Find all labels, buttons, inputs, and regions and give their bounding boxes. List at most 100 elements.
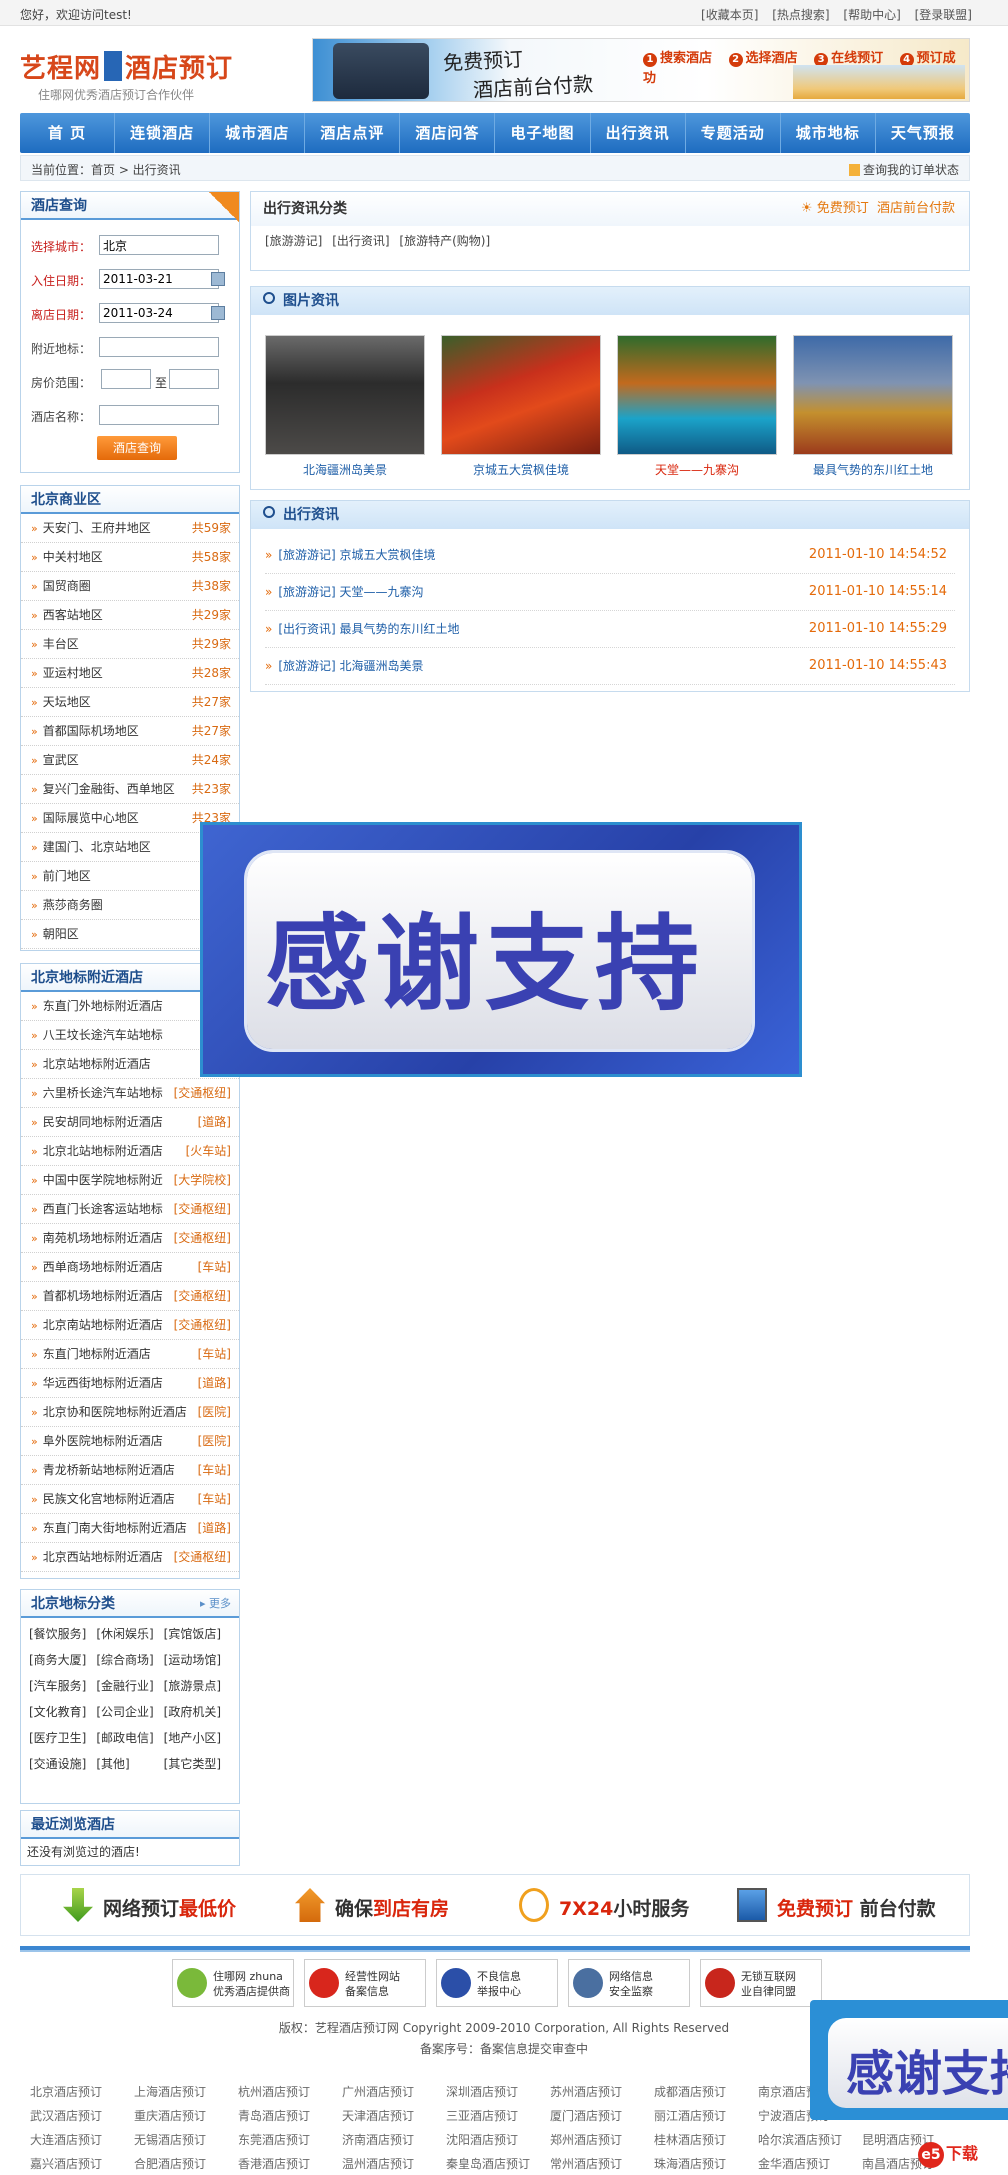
nav-city-landmarks[interactable]: 城市地标 [781,113,876,153]
city-hotel-link[interactable]: 成都酒店预订 [654,2083,758,2100]
landmark-hotel-item[interactable]: 北京协和医院地标附近酒店 [医院] [21,1398,239,1427]
picture-caption[interactable]: 京城五大赏枫佳境 [441,461,601,478]
nav-travel-info[interactable]: 出行资讯 [591,113,686,153]
news-item[interactable]: [旅游游记] 北海疆洲岛美景 2011-01-10 14:55:43 [265,648,955,685]
news-title[interactable]: [旅游游记] 北海疆洲岛美景 [278,659,423,673]
landmark-name[interactable]: 民安胡同地标附近酒店 [43,1115,163,1129]
city-hotel-link[interactable]: 丽江酒店预订 [654,2107,758,2124]
business-district-item[interactable]: 丰台区 共29家 [21,630,239,659]
business-district-item[interactable]: 亚运村地区 共28家 [21,659,239,688]
nav-weather[interactable]: 天气预报 [876,113,970,153]
landmark-name[interactable]: 东直门南大街地标附近酒店 [43,1521,187,1535]
cat-link-specialty[interactable]: [旅游特产(购物)] [399,234,490,248]
landmark-name[interactable]: 西单商场地标附近酒店 [43,1260,163,1274]
category-link[interactable]: [运动场馆] [164,1651,231,1668]
city-hotel-link[interactable]: 珠海酒店预订 [654,2155,758,2172]
business-district-item[interactable]: 天安门、王府井地区 共59家 [21,514,239,543]
city-hotel-link[interactable]: 东莞酒店预订 [238,2131,342,2148]
category-link[interactable]: [地产小区] [164,1729,231,1746]
district-name[interactable]: 丰台区 [43,637,79,651]
district-name[interactable]: 燕莎商务圈 [43,898,103,912]
landmark-hotel-item[interactable]: 华远西街地标附近酒店 [道路] [21,1369,239,1398]
landmark-input[interactable] [99,337,219,357]
badge-report[interactable]: 不良信息 举报中心 [436,1959,558,2007]
category-link[interactable]: [其它类型] [164,1755,231,1772]
city-hotel-link[interactable]: 金华酒店预订 [758,2155,862,2172]
district-name[interactable]: 建国门、北京站地区 [43,840,151,854]
badge-zhuna[interactable]: 住哪网 zhuna 优秀酒店提供商 [172,1959,294,2007]
city-hotel-link[interactable]: 嘉兴酒店预订 [30,2155,134,2172]
price-min-input[interactable] [101,369,151,389]
cat-link-travel-notes[interactable]: [旅游游记] [265,234,322,248]
city-hotel-link[interactable]: 无锡酒店预订 [134,2131,238,2148]
landmark-name[interactable]: 西直门长途客运站地标 [43,1202,163,1216]
city-hotel-link[interactable]: 北京酒店预订 [30,2083,134,2100]
landmark-hotel-item[interactable]: 青龙桥新站地标附近酒店 [车站] [21,1456,239,1485]
city-hotel-link[interactable]: 三亚酒店预订 [446,2107,550,2124]
hotel-search-button[interactable]: 酒店查询 [97,436,177,460]
city-hotel-link[interactable]: 常州酒店预订 [550,2155,654,2172]
landmark-hotel-item[interactable]: 东直门地标附近酒店 [车站] [21,1340,239,1369]
business-district-item[interactable]: 首都国际机场地区 共27家 [21,717,239,746]
badge-filing[interactable]: 经营性网站 备案信息 [304,1959,426,2007]
category-link[interactable]: [旅游景点] [164,1677,231,1694]
city-hotel-link[interactable]: 沈阳酒店预订 [446,2131,550,2148]
landmark-hotel-item[interactable]: 东直门南大街地标附近酒店 [道路] [21,1514,239,1543]
landmark-name[interactable]: 南苑机场地标附近酒店 [43,1231,163,1245]
nav-home[interactable]: 首 页 [20,113,116,153]
nav-special-events[interactable]: 专题活动 [686,113,781,153]
business-district-item[interactable]: 国贸商圈 共38家 [21,572,239,601]
landmark-name[interactable]: 北京北站地标附近酒店 [43,1144,163,1158]
business-district-item[interactable]: 天坛地区 共27家 [21,688,239,717]
link-hot-search[interactable]: [热点搜索] [772,8,829,22]
news-item[interactable]: [旅游游记] 天堂——九寨沟 2011-01-10 14:55:14 [265,574,955,611]
city-hotel-link[interactable]: 苏州酒店预订 [550,2083,654,2100]
category-link[interactable]: [邮政电信] [96,1729,163,1746]
picture-item[interactable]: 北海疆洲岛美景 [265,335,425,478]
badge-alliance[interactable]: 无锁互联网 业自律同盟 [700,1959,822,2007]
news-item[interactable]: [旅游游记] 京城五大赏枫佳境 2011-01-10 14:54:52 [265,537,955,574]
district-name[interactable]: 首都国际机场地区 [43,724,139,738]
nav-e-map[interactable]: 电子地图 [495,113,591,153]
landmark-hotel-item[interactable]: 首都机场地标附近酒店 [交通枢纽] [21,1282,239,1311]
red-maple-photo[interactable] [441,335,601,455]
news-title[interactable]: [旅游游记] 京城五大赏枫佳境 [278,548,435,562]
city-hotel-link[interactable]: 深圳酒店预订 [446,2083,550,2100]
landmark-name[interactable]: 八王坟长途汽车站地标 [43,1028,163,1042]
city-hotel-link[interactable]: 温州酒店预订 [342,2155,446,2172]
crowd-photo[interactable] [265,335,425,455]
link-bookmark[interactable]: [收藏本页] [701,8,758,22]
landmark-hotel-item[interactable]: 南苑机场地标附近酒店 [交通枢纽] [21,1224,239,1253]
category-link[interactable]: [文化教育] [29,1703,96,1720]
nav-hotel-qa[interactable]: 酒店问答 [400,113,496,153]
landmark-hotel-item[interactable]: 中国中医学院地标附近 [大学院校] [21,1166,239,1195]
order-status-link[interactable]: 查询我的订单状态 [849,161,959,178]
landmark-hotel-item[interactable]: 六里桥长途汽车站地标 [交通枢纽] [21,1079,239,1108]
business-district-item[interactable]: 西客站地区 共29家 [21,601,239,630]
calendar-icon[interactable] [211,272,225,286]
landmark-hotel-item[interactable]: 西直门长途客运站地标 [交通枢纽] [21,1195,239,1224]
city-hotel-link[interactable]: 重庆酒店预订 [134,2107,238,2124]
picture-item[interactable]: 京城五大赏枫佳境 [441,335,601,478]
link-help[interactable]: [帮助中心] [843,8,900,22]
city-hotel-link[interactable]: 香港酒店预订 [238,2155,342,2172]
city-hotel-link[interactable]: 杭州酒店预订 [238,2083,342,2100]
district-name[interactable]: 天安门、王府井地区 [43,521,151,535]
district-name[interactable]: 朝阳区 [43,927,79,941]
landmark-name[interactable]: 北京站地标附近酒店 [43,1057,151,1071]
price-max-input[interactable] [169,369,219,389]
red-earth-photo[interactable] [793,335,953,455]
landmark-name[interactable]: 民族文化宫地标附近酒店 [43,1492,175,1506]
landmark-hotel-item[interactable]: 北京南站地标附近酒店 [交通枢纽] [21,1311,239,1340]
landmark-name[interactable]: 青龙桥新站地标附近酒店 [43,1463,175,1477]
landmark-name[interactable]: 东直门外地标附近酒店 [43,999,163,1013]
landmark-name[interactable]: 北京南站地标附近酒店 [43,1318,163,1332]
category-link[interactable]: [公司企业] [96,1703,163,1720]
district-name[interactable]: 前门地区 [43,869,91,883]
category-link[interactable]: [金融行业] [96,1677,163,1694]
picture-caption[interactable]: 天堂——九寨沟 [617,461,777,478]
thanks-overlay-ad[interactable]: 感谢支持 [200,822,802,1077]
city-hotel-link[interactable]: 哈尔滨酒店预订 [758,2131,862,2148]
checkin-date-input[interactable] [99,269,219,289]
city-hotel-link[interactable]: 济南酒店预订 [342,2131,446,2148]
